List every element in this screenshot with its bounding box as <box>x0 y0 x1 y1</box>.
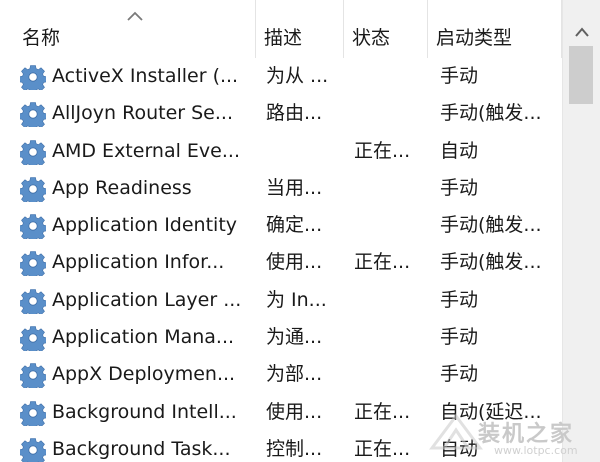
service-description: 为通... <box>266 326 323 349</box>
service-row[interactable]: App Readiness 当用... 手动 <box>0 170 562 207</box>
service-status: 正在... <box>354 437 411 460</box>
service-startup-type: 手动 <box>440 288 479 311</box>
service-name: ActiveX Installer (... <box>52 65 239 87</box>
column-header-description-label: 描述 <box>264 27 303 49</box>
service-description: 确定... <box>266 214 323 237</box>
service-description: 当用... <box>266 176 323 199</box>
column-header-status-label: 状态 <box>352 27 391 49</box>
service-status: 正在... <box>354 400 411 423</box>
services-list: 名称 描述 状态 启动类型 ActiveX Installer (... 为从 .… <box>0 0 562 462</box>
service-status: 正在... <box>354 251 411 274</box>
column-header-status[interactable]: 状态 <box>344 0 428 58</box>
service-startup-type: 手动 <box>440 363 479 386</box>
service-name: Background Intell... <box>52 400 237 423</box>
service-description: 路由... <box>266 102 323 125</box>
service-row[interactable]: Application Identity 确定... 手动(触发... <box>0 207 562 244</box>
service-name: Application Layer ... <box>52 288 242 311</box>
service-status <box>354 58 432 95</box>
column-header-startup-type[interactable]: 启动类型 <box>428 0 562 58</box>
gear-icon <box>18 400 48 430</box>
service-name: Background Task... <box>52 437 231 460</box>
service-startup-type: 手动 <box>440 176 479 199</box>
gear-icon <box>18 213 48 243</box>
scroll-up-arrow-icon[interactable] <box>573 26 591 38</box>
service-name: Application Identity <box>52 214 238 237</box>
gear-icon <box>18 325 48 355</box>
gear-icon <box>18 288 48 318</box>
service-status: 正在... <box>354 139 411 162</box>
column-header-name[interactable]: 名称 <box>0 0 256 58</box>
service-rows: ActiveX Installer (... 为从 ... 手动 AllJoyn Ro… <box>0 58 562 462</box>
service-startup-type: 手动 <box>440 326 479 349</box>
service-description: 控制... <box>266 437 323 460</box>
scrollbar-thumb[interactable] <box>569 46 593 104</box>
service-name: AppX Deploymen... <box>52 363 236 386</box>
service-row[interactable]: Application Layer ... 为 In... 手动 <box>0 282 562 319</box>
gear-icon <box>18 101 48 131</box>
service-status <box>354 95 432 132</box>
service-name: Application Mana... <box>52 326 235 349</box>
column-header-name-label: 名称 <box>22 27 61 49</box>
service-description: 为 In... <box>266 288 327 311</box>
service-description: 使用... <box>266 400 323 423</box>
column-header-row: 名称 描述 状态 启动类型 <box>0 0 562 58</box>
service-row[interactable]: AMD External Eve... 正在... 自动 <box>0 133 562 170</box>
service-row[interactable]: AppX Deploymen... 为部... 手动 <box>0 356 562 393</box>
service-status <box>354 170 432 207</box>
service-name: Application Infor... <box>52 251 225 274</box>
service-startup-type: 手动(触发... <box>440 251 542 274</box>
column-header-startup-type-label: 启动类型 <box>436 27 513 49</box>
gear-icon <box>18 437 48 462</box>
gear-icon <box>18 250 48 280</box>
service-status <box>354 356 432 393</box>
watermark-url: www.lotpc.com <box>494 444 578 457</box>
vertical-scrollbar[interactable] <box>562 0 600 462</box>
service-name: App Readiness <box>52 176 192 199</box>
gear-icon <box>18 362 48 392</box>
service-status <box>354 207 432 244</box>
gear-icon <box>18 139 48 168</box>
service-startup-type: 手动(触发... <box>440 102 542 125</box>
service-description: 为部... <box>266 363 323 386</box>
gear-icon <box>18 64 48 94</box>
service-row[interactable]: Application Infor... 使用... 正在... 手动(触发... <box>0 244 562 281</box>
service-name: AMD External Eve... <box>52 139 240 162</box>
service-status <box>354 319 432 356</box>
service-description <box>266 133 344 170</box>
sort-ascending-icon <box>127 11 143 21</box>
gear-icon <box>18 176 48 206</box>
service-row[interactable]: ActiveX Installer (... 为从 ... 手动 <box>0 58 562 95</box>
service-startup-type: 手动(触发... <box>440 214 542 237</box>
service-name: AllJoyn Router Se... <box>52 102 233 125</box>
service-row[interactable]: AllJoyn Router Se... 路由... 手动(触发... <box>0 95 562 132</box>
service-description: 为从 ... <box>266 65 329 87</box>
service-startup-type: 自动 <box>440 139 479 162</box>
service-status <box>354 282 432 319</box>
service-startup-type: 手动 <box>440 65 479 87</box>
service-row[interactable]: Application Mana... 为通... 手动 <box>0 319 562 356</box>
service-description: 使用... <box>266 251 323 274</box>
column-header-description[interactable]: 描述 <box>256 0 344 58</box>
